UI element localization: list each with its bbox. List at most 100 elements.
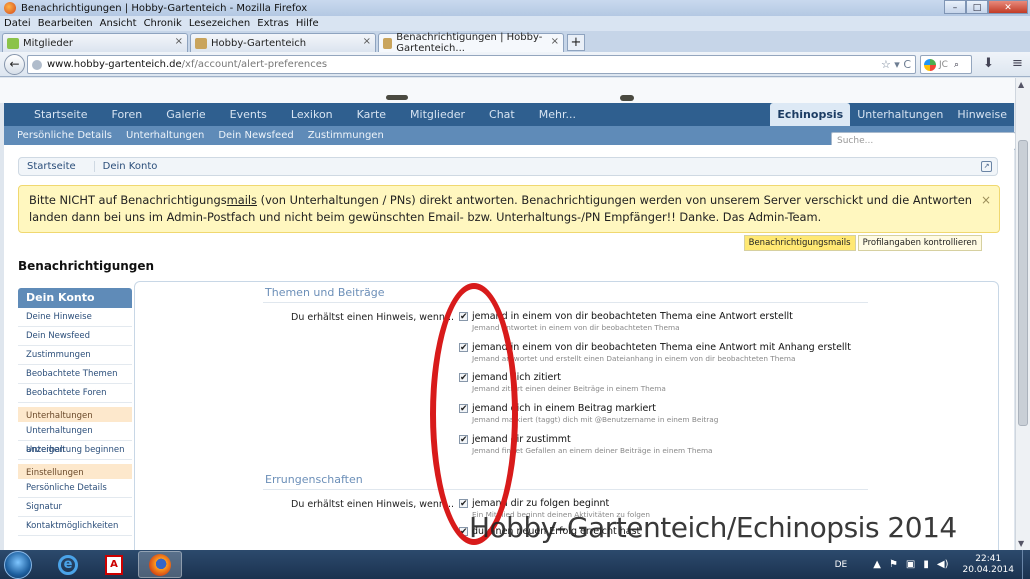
system-tray: DE ▲ ⚑ ▣ ▮ ◀) 22:41 20.04.2014 bbox=[835, 550, 1022, 579]
row-label: Du erhältst einen Hinweis, wenn... bbox=[291, 312, 454, 323]
tab-close-icon[interactable]: × bbox=[175, 36, 183, 47]
nav-foren[interactable]: Foren bbox=[100, 103, 155, 126]
tab-close-icon[interactable]: × bbox=[551, 36, 559, 47]
nav-lexikon[interactable]: Lexikon bbox=[279, 103, 345, 126]
option-label: jemand in einem von dir beobachteten The… bbox=[472, 311, 793, 322]
nav-galerie[interactable]: Galerie bbox=[154, 103, 217, 126]
taskbar-acrobat[interactable]: A bbox=[92, 551, 136, 578]
taskbar-clock[interactable]: 22:41 20.04.2014 bbox=[962, 554, 1014, 576]
subnav-newsfeed[interactable]: Dein Newsfeed bbox=[218, 130, 293, 141]
sidebar-item-unterhaltungen-anzeigen[interactable]: Unterhaltungen anzeigen bbox=[18, 422, 132, 455]
sidebar-item-beobachtete-themen[interactable]: Beobachtete Themen bbox=[18, 365, 132, 384]
tab-hobby-gartenteich[interactable]: Hobby-Gartenteich × bbox=[190, 33, 376, 52]
notice-close-icon[interactable]: × bbox=[981, 192, 991, 209]
device-icon[interactable]: ▣ bbox=[906, 559, 915, 570]
section-title-errungenschaften: Errungenschaften bbox=[265, 473, 363, 486]
firefox-icon bbox=[149, 553, 171, 576]
scroll-up-icon[interactable]: ▲ bbox=[1018, 80, 1024, 89]
sidebar-section-einstellungen: Einstellungen bbox=[18, 460, 132, 479]
breadcrumb: Startseite Dein Konto ↗ bbox=[18, 157, 998, 176]
url-tools-icons[interactable]: ☆ ▾ C bbox=[881, 58, 911, 71]
breadcrumb-dein-konto[interactable]: Dein Konto bbox=[95, 161, 176, 172]
nav-karte[interactable]: Karte bbox=[345, 103, 398, 126]
taskbar-internet-explorer[interactable]: e bbox=[46, 551, 90, 578]
sidebar-item-zustimmungen[interactable]: Zustimmungen bbox=[18, 346, 132, 365]
window-controls: – □ ✕ bbox=[944, 0, 1028, 14]
nav-mitglieder[interactable]: Mitglieder bbox=[398, 103, 477, 126]
close-window-button[interactable]: ✕ bbox=[988, 0, 1028, 14]
sidebar-item-beobachtete-foren[interactable]: Beobachtete Foren bbox=[18, 384, 132, 403]
url-bar[interactable]: www.hobby-gartenteich.de/xf/account/aler… bbox=[27, 55, 916, 74]
show-hidden-icons-icon[interactable]: ▲ bbox=[873, 559, 881, 570]
clock-date: 20.04.2014 bbox=[962, 564, 1014, 575]
search-icon[interactable]: ⌕ bbox=[954, 60, 959, 70]
show-desktop-button[interactable] bbox=[1022, 550, 1030, 579]
nav-chat[interactable]: Chat bbox=[477, 103, 527, 126]
tab-label: Benachrichtigungen | Hobby-Gartenteich..… bbox=[396, 32, 543, 54]
clock-time: 22:41 bbox=[975, 553, 1002, 564]
breadcrumb-startseite[interactable]: Startseite bbox=[19, 161, 95, 172]
taskbar-firefox[interactable] bbox=[138, 551, 182, 578]
site-main-nav: Startseite Foren Galerie Events Lexikon … bbox=[4, 103, 1014, 126]
volume-icon[interactable]: ◀) bbox=[937, 559, 949, 570]
minimize-button[interactable]: – bbox=[944, 0, 966, 14]
sidebar-item-newsfeed[interactable]: Dein Newsfeed bbox=[18, 327, 132, 346]
tab-mitglieder[interactable]: Mitglieder × bbox=[2, 33, 188, 52]
start-button[interactable] bbox=[4, 551, 32, 579]
subnav-unterhaltungen[interactable]: Unterhaltungen bbox=[126, 130, 204, 141]
tab-close-icon[interactable]: × bbox=[363, 36, 371, 47]
sidebar-item-hinweise[interactable]: Deine Hinweise bbox=[18, 308, 132, 327]
red-highlight-ellipse bbox=[430, 283, 518, 545]
sidebar-section-unterhaltungen: Unterhaltungen bbox=[18, 403, 132, 422]
nav-hinweise[interactable]: Hinweise bbox=[950, 103, 1014, 126]
header-decoration bbox=[620, 95, 634, 101]
search-engine-label: JC bbox=[939, 59, 948, 70]
language-indicator[interactable]: DE bbox=[835, 560, 848, 570]
notice-tab-benachrichtigungsmails[interactable]: Benachrichtigungsmails bbox=[743, 235, 856, 251]
nav-startseite[interactable]: Startseite bbox=[4, 103, 100, 126]
download-icon[interactable]: ⬇ bbox=[983, 56, 994, 71]
row-label: Du erhältst einen Hinweis, wenn... bbox=[291, 499, 454, 510]
menu-icon[interactable]: ≡ bbox=[1012, 56, 1023, 71]
firefox-icon bbox=[4, 2, 16, 14]
google-icon bbox=[924, 58, 936, 71]
maximize-button[interactable]: □ bbox=[966, 0, 988, 14]
menu-datei[interactable]: Datei bbox=[4, 18, 31, 29]
menu-lesezeichen[interactable]: Lesezeichen bbox=[189, 18, 250, 29]
nav-unterhaltungen[interactable]: Unterhaltungen bbox=[850, 103, 950, 126]
new-tab-button[interactable]: + bbox=[567, 34, 585, 51]
subnav-zustimmungen[interactable]: Zustimmungen bbox=[308, 130, 384, 141]
external-link-icon[interactable]: ↗ bbox=[981, 161, 992, 172]
admin-notice: Bitte NICHT auf Benachrichtigungsmails (… bbox=[18, 185, 1000, 233]
menu-chronik[interactable]: Chronik bbox=[144, 18, 182, 29]
menu-bearbeiten[interactable]: Bearbeiten bbox=[38, 18, 93, 29]
sidebar-item-signatur[interactable]: Signatur bbox=[18, 498, 132, 517]
menu-ansicht[interactable]: Ansicht bbox=[100, 18, 137, 29]
network-icon[interactable]: ▮ bbox=[923, 559, 929, 570]
tab-benachrichtigungen[interactable]: Benachrichtigungen | Hobby-Gartenteich..… bbox=[378, 32, 564, 54]
nav-mehr[interactable]: Mehr... bbox=[527, 103, 588, 126]
menu-hilfe[interactable]: Hilfe bbox=[296, 18, 319, 29]
frog-favicon-icon bbox=[383, 37, 393, 49]
frog-favicon-icon bbox=[195, 37, 207, 49]
sidebar-heading[interactable]: Dein Konto bbox=[18, 288, 132, 308]
back-button[interactable]: ← bbox=[4, 54, 25, 75]
nav-account-echinopsis[interactable]: Echinopsis bbox=[770, 103, 851, 126]
option-hint: Jemand antwortet und erstellt einen Date… bbox=[472, 354, 796, 363]
action-center-icon[interactable]: ⚑ bbox=[889, 559, 898, 570]
scrollbar-thumb[interactable] bbox=[1018, 140, 1028, 426]
sidebar-item-kontaktmoeglichkeiten[interactable]: Kontaktmöglichkeiten bbox=[18, 517, 132, 536]
browser-search-input[interactable]: JC ⌕ bbox=[920, 55, 972, 74]
menu-extras[interactable]: Extras bbox=[257, 18, 289, 29]
url-path: /xf/account/alert-preferences bbox=[181, 59, 328, 70]
subnav-persoenliche-details[interactable]: Persönliche Details bbox=[17, 130, 112, 141]
nav-events[interactable]: Events bbox=[218, 103, 279, 126]
sidebar-item-persoenliche-details[interactable]: Persönliche Details bbox=[18, 479, 132, 498]
sidebar-item-unterhaltung-beginnen[interactable]: Unterhaltung beginnen bbox=[18, 441, 132, 460]
globe-icon bbox=[32, 59, 42, 70]
page-scrollbar[interactable]: ▲ ▼ bbox=[1015, 78, 1030, 550]
scroll-down-icon[interactable]: ▼ bbox=[1018, 539, 1024, 548]
section-divider bbox=[263, 489, 868, 490]
notice-tab-profilangaben[interactable]: Profilangaben kontrollieren bbox=[857, 235, 982, 251]
acrobat-icon: A bbox=[105, 554, 123, 575]
